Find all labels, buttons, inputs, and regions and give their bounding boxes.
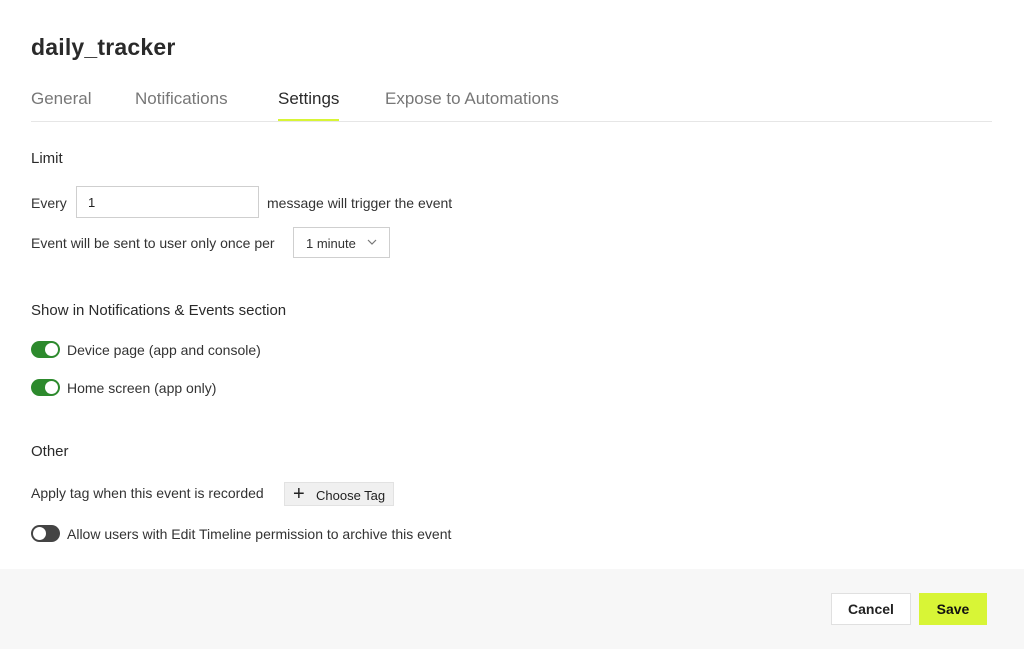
tab-bar: General Notifications Settings Expose to…	[31, 80, 992, 122]
choose-tag-button[interactable]: + Choose Tag	[284, 482, 394, 506]
device-page-toggle[interactable]	[31, 341, 60, 358]
show-section-heading: Show in Notifications & Events section	[31, 302, 287, 319]
archive-permission-label: Allow users with Edit Timeline permissio…	[67, 526, 452, 542]
home-screen-toggle[interactable]	[31, 379, 60, 396]
tab-general[interactable]: General	[31, 89, 91, 119]
toggle-knob	[45, 343, 58, 356]
plus-icon: +	[293, 483, 305, 505]
tab-settings[interactable]: Settings	[278, 89, 340, 121]
toggle-knob	[33, 527, 46, 540]
apply-tag-label: Apply tag when this event is recorded	[31, 485, 264, 501]
interval-select-value: 1 minute	[306, 236, 356, 251]
chevron-down-icon	[367, 234, 377, 253]
toggle-knob	[45, 381, 58, 394]
other-heading: Other	[31, 443, 69, 460]
tab-expose-to-automations[interactable]: Expose to Automations	[385, 89, 559, 119]
event-settings-dialog: daily_tracker General Notifications Sett…	[0, 0, 1024, 649]
save-button[interactable]: Save	[919, 593, 987, 625]
choose-tag-label: Choose Tag	[316, 488, 386, 503]
limit-heading: Limit	[31, 150, 63, 167]
message-trigger-label: message will trigger the event	[267, 195, 453, 211]
home-screen-label: Home screen (app only)	[67, 380, 217, 396]
every-label: Every	[31, 195, 67, 211]
device-page-label: Device page (app and console)	[67, 342, 261, 358]
once-per-label: Event will be sent to user only once per	[31, 235, 275, 251]
page-title: daily_tracker	[31, 34, 176, 60]
cancel-button[interactable]: Cancel	[831, 593, 911, 625]
tab-notifications[interactable]: Notifications	[135, 89, 228, 119]
archive-permission-toggle[interactable]	[31, 525, 60, 542]
message-count-input[interactable]	[76, 186, 259, 218]
dialog-footer: Cancel Save	[0, 569, 1024, 649]
interval-select[interactable]: 1 minute	[293, 227, 390, 258]
